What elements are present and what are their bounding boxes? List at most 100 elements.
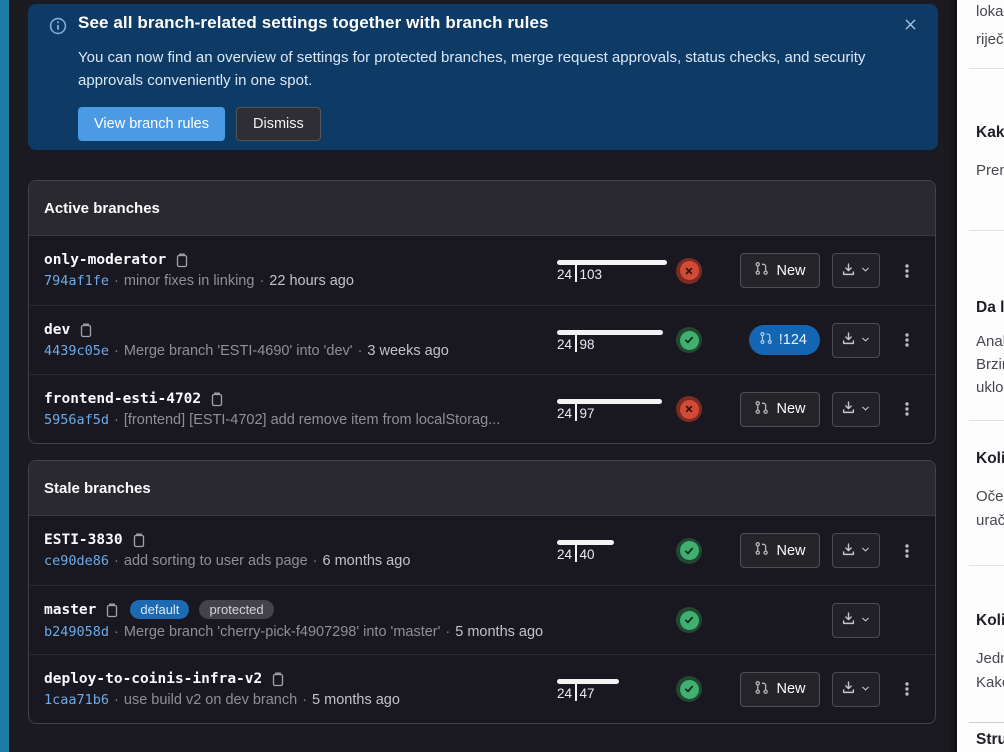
doc-text-fragment: Oček — [976, 488, 1004, 505]
more-actions-button[interactable] — [893, 253, 921, 288]
pipeline-failed-icon[interactable] — [676, 396, 702, 422]
branch-name-link[interactable]: deploy-to-coinis-infra-v2 — [44, 671, 262, 687]
commits-behind: 24 — [557, 547, 572, 563]
commit-message-link[interactable]: Merge branch 'cherry-pick-f4907298' into… — [124, 624, 441, 640]
commit-hash-link[interactable]: b249058d — [44, 624, 109, 640]
commits-ahead: 47 — [580, 686, 595, 702]
doc-text-fragment: Jedn — [976, 650, 1004, 667]
new-merge-request-button[interactable]: New — [740, 533, 820, 568]
doc-heading-fragment: Da li — [976, 299, 1004, 317]
branch-name-link[interactable]: only-moderator — [44, 252, 166, 268]
doc-text-fragment: Prem — [976, 162, 1004, 179]
pipeline-passed-icon[interactable] — [676, 607, 702, 633]
divergence-graph: 2447 — [557, 676, 667, 703]
copy-branch-name-icon[interactable] — [78, 322, 94, 338]
view-branch-rules-button[interactable]: View branch rules — [78, 107, 225, 141]
branch-row-only-moderator: only-moderator 794af1fe · minor fixes in… — [29, 236, 935, 305]
doc-heading-fragment: Kolik — [976, 450, 1004, 468]
merge-request-icon — [759, 331, 773, 349]
branch-rules-banner: See all branch-related settings together… — [28, 4, 938, 150]
section-title: Active branches — [29, 181, 935, 236]
banner-title: See all branch-related settings together… — [78, 13, 549, 33]
doc-divider — [969, 420, 1004, 421]
download-artifacts-button[interactable] — [832, 603, 880, 638]
commits-behind: 24 — [557, 337, 572, 353]
copy-branch-name-icon[interactable] — [270, 671, 286, 687]
doc-text-fragment: uklo — [976, 379, 1004, 396]
commit-message-link[interactable]: use build v2 on dev branch — [124, 692, 297, 708]
copy-branch-name-icon[interactable] — [209, 391, 225, 407]
commit-message-link[interactable]: add sorting to user ads page — [124, 553, 308, 569]
commit-message-link[interactable]: minor fixes in linking — [124, 273, 255, 289]
download-icon — [841, 400, 856, 418]
copy-branch-name-icon[interactable] — [104, 602, 120, 618]
download-artifacts-button[interactable] — [832, 533, 880, 568]
protected-badge: protected — [199, 600, 273, 619]
window-edge-strip — [0, 0, 9, 752]
new-merge-request-button[interactable]: New — [740, 392, 820, 427]
download-icon — [841, 331, 856, 349]
default-badge: default — [130, 600, 189, 619]
new-merge-request-button[interactable]: New — [740, 672, 820, 707]
commit-message-link[interactable]: Merge branch 'ESTI-4690' into 'dev' — [124, 343, 353, 359]
dismiss-button[interactable]: Dismiss — [236, 107, 321, 141]
info-icon — [49, 17, 67, 35]
download-artifacts-button[interactable] — [832, 253, 880, 288]
new-merge-request-button[interactable]: New — [740, 253, 820, 288]
stale-branches-panel: Stale branches ESTI-3830 ce90de86 · add … — [28, 460, 936, 724]
divergence-graph: 24103 — [557, 257, 667, 284]
commit-time: 22 hours ago — [269, 273, 354, 289]
commit-hash-link[interactable]: 5956af5d — [44, 412, 109, 428]
chevron-down-icon — [860, 333, 871, 348]
more-actions-button[interactable] — [893, 392, 921, 427]
branch-row-deploy-to-coinis-infra-v2: deploy-to-coinis-infra-v2 1caa71b6 · use… — [29, 654, 935, 723]
merge-request-badge[interactable]: !124 — [749, 325, 820, 355]
commit-time: 5 months ago — [455, 624, 543, 640]
commit-time: 5 months ago — [312, 692, 400, 708]
download-artifacts-button[interactable] — [832, 672, 880, 707]
more-actions-button[interactable] — [893, 672, 921, 707]
copy-branch-name-icon[interactable] — [174, 252, 190, 268]
doc-text-fragment: riječ — [976, 31, 1004, 48]
divergence-bar — [557, 399, 662, 404]
pipeline-passed-icon[interactable] — [676, 327, 702, 353]
merge-request-icon — [754, 261, 769, 280]
commits-behind: 24 — [557, 406, 572, 422]
doc-heading-fragment: Strukt — [976, 731, 1004, 749]
doc-text-fragment: Anal — [976, 333, 1004, 350]
close-icon[interactable] — [898, 12, 922, 36]
divergence-bar — [557, 540, 614, 545]
doc-text-fragment: loka — [976, 3, 1004, 20]
banner-actions: View branch rules Dismiss — [78, 107, 321, 141]
commit-hash-link[interactable]: 4439c05e — [44, 343, 109, 359]
commits-behind: 24 — [557, 267, 572, 283]
commit-hash-link[interactable]: ce90de86 — [44, 553, 109, 569]
pipeline-passed-icon[interactable] — [676, 676, 702, 702]
doc-divider — [969, 565, 1004, 566]
more-actions-button[interactable] — [893, 533, 921, 568]
branch-name-link[interactable]: dev — [44, 322, 70, 338]
download-artifacts-button[interactable] — [832, 392, 880, 427]
doc-text-fragment: Brzin — [976, 356, 1004, 373]
banner-body: You can now find an overview of settings… — [78, 46, 898, 92]
commit-hash-link[interactable]: 1caa71b6 — [44, 692, 109, 708]
commit-message-link[interactable]: [frontend] [ESTI-4702] add remove item f… — [124, 412, 500, 428]
merge-request-icon — [754, 400, 769, 419]
doc-text-fragment: Kako — [976, 674, 1004, 691]
doc-divider — [969, 68, 1004, 69]
pipeline-failed-icon[interactable] — [676, 258, 702, 284]
pipeline-passed-icon[interactable] — [676, 538, 702, 564]
merge-request-icon — [754, 541, 769, 560]
branch-row-esti-3830: ESTI-3830 ce90de86 · add sorting to user… — [29, 516, 935, 585]
doc-heading-fragment: Kolik — [976, 612, 1004, 630]
branch-name-link[interactable]: frontend-esti-4702 — [44, 391, 201, 407]
more-actions-button[interactable] — [893, 323, 921, 358]
branch-name-link[interactable]: master — [44, 602, 96, 618]
copy-branch-name-icon[interactable] — [131, 532, 147, 548]
chevron-down-icon — [860, 543, 871, 558]
branch-name-link[interactable]: ESTI-3830 — [44, 532, 123, 548]
download-artifacts-button[interactable] — [832, 323, 880, 358]
commit-hash-link[interactable]: 794af1fe — [44, 273, 109, 289]
chevron-down-icon — [860, 682, 871, 697]
doc-heading-fragment: Kakv — [976, 124, 1004, 142]
